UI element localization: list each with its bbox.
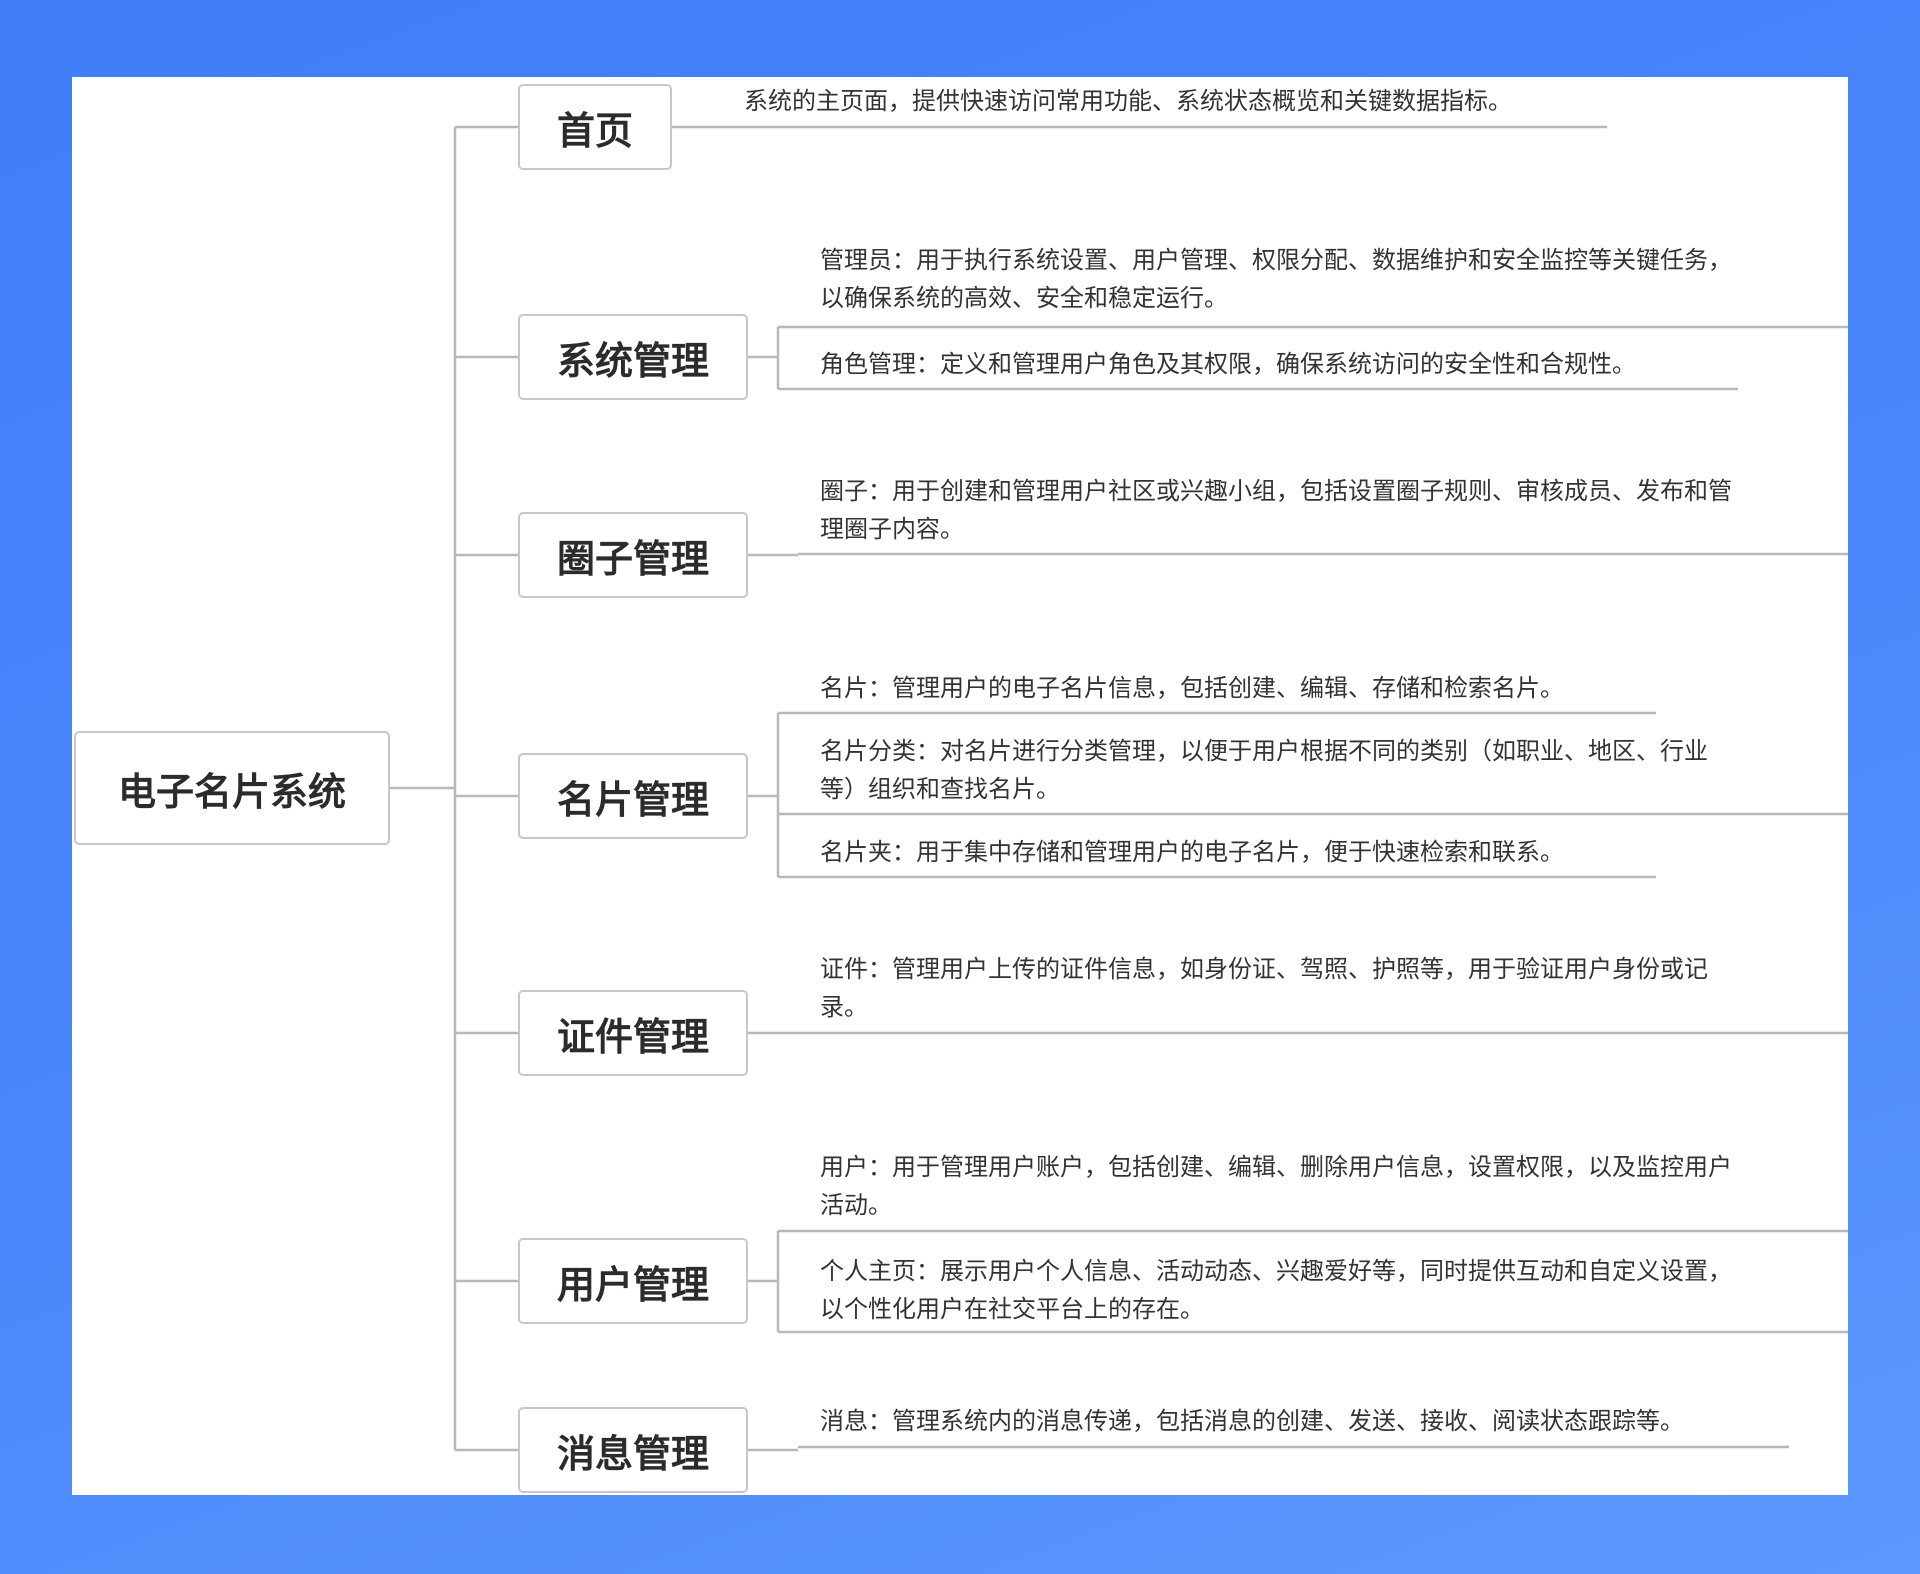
branch-label: 系统管理 <box>556 338 709 383</box>
branch-label: 首页 <box>556 108 633 153</box>
branch-label: 用户管理 <box>556 1262 709 1307</box>
leaf-description: 名片夹：用于集中存储和管理用户的电子名片，便于快速检索和联系。 <box>820 838 1564 866</box>
branch-label: 圈子管理 <box>556 536 709 581</box>
mindmap-canvas: 电子名片系统 首页 系统的主页面，提供快速访问常用功能、系统状态概览和关键数据指标… <box>72 77 1848 1495</box>
leaf-description: 角色管理：定义和管理用户角色及其权限，确保系统访问的安全性和合规性。 <box>820 350 1636 378</box>
branch-node[interactable]: 系统管理 <box>518 314 748 400</box>
branch-label: 消息管理 <box>556 1431 709 1476</box>
leaf-description: 用户：用于管理用户账户，包括创建、编辑、删除用户信息，设置权限，以及监控用户 活… <box>820 1153 1732 1219</box>
branch-node[interactable]: 首页 <box>518 84 672 170</box>
leaf-description: 个人主页：展示用户个人信息、活动动态、兴趣爱好等，同时提供互动和自定义设置， 以… <box>820 1257 1732 1323</box>
leaf-description: 证件：管理用户上传的证件信息，如身份证、驾照、护照等，用于验证用户身份或记 录。 <box>820 955 1708 1021</box>
branch-label: 名片管理 <box>556 777 709 822</box>
leaf-description: 管理员：用于执行系统设置、用户管理、权限分配、数据维护和安全监控等关键任务， 以… <box>820 246 1732 312</box>
leaf-description: 名片：管理用户的电子名片信息，包括创建、编辑、存储和检索名片。 <box>820 674 1564 702</box>
branch-node[interactable]: 消息管理 <box>518 1407 748 1493</box>
leaf-description: 系统的主页面，提供快速访问常用功能、系统状态概览和关键数据指标。 <box>744 87 1512 115</box>
branch-node[interactable]: 证件管理 <box>518 990 748 1076</box>
leaf-description: 消息：管理系统内的消息传递，包括消息的创建、发送、接收、阅读状态跟踪等。 <box>820 1407 1684 1435</box>
branch-label: 证件管理 <box>556 1014 709 1059</box>
branch-node[interactable]: 圈子管理 <box>518 512 748 598</box>
root-label: 电子名片系统 <box>117 769 346 814</box>
leaf-description: 名片分类：对名片进行分类管理，以便于用户根据不同的类别（如职业、地区、行业 等）… <box>820 737 1708 803</box>
leaf-description: 圈子：用于创建和管理用户社区或兴趣小组，包括设置圈子规则、审核成员、发布和管 理… <box>820 477 1732 543</box>
branch-node[interactable]: 名片管理 <box>518 753 748 839</box>
branch-node[interactable]: 用户管理 <box>518 1238 748 1324</box>
root-node[interactable]: 电子名片系统 <box>74 731 390 845</box>
